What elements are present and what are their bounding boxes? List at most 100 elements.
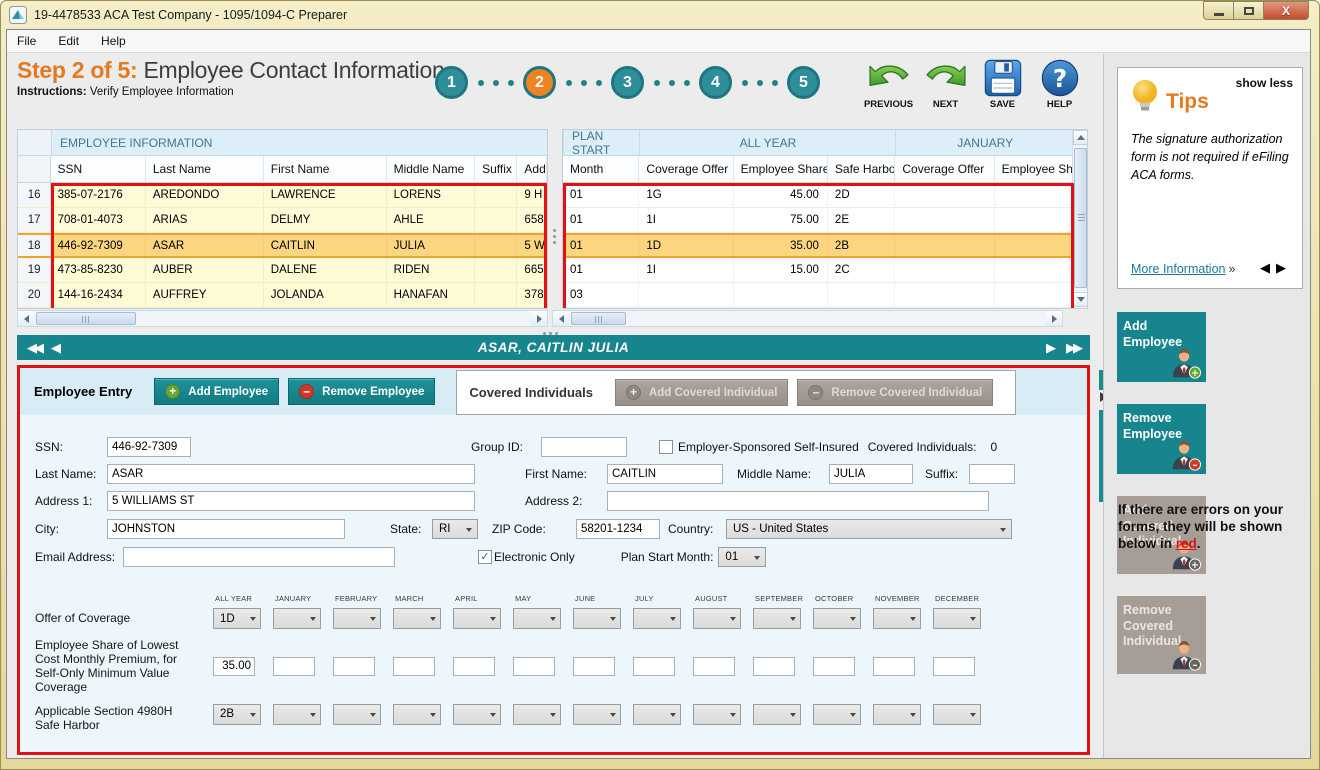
next-button[interactable]: NEXT (917, 58, 974, 110)
grid-splitter-handle[interactable] (553, 229, 556, 244)
step-circle-3[interactable]: 3 (611, 66, 644, 99)
offer-of-coverage-select-march[interactable] (393, 608, 441, 629)
maximize-button[interactable] (1233, 1, 1263, 20)
electronic-only-checkbox[interactable]: ✓ (478, 550, 492, 564)
plan-row-2[interactable]: 011I75.002E (563, 208, 1074, 233)
employee-share-input-february[interactable] (333, 657, 375, 676)
plan-row-1[interactable]: 011G45.002D (563, 183, 1074, 208)
plan-grid-vertical-scrollbar[interactable] (1072, 130, 1087, 308)
tips-next-icon[interactable]: ▶ (1276, 260, 1292, 275)
column-header-last-name[interactable]: Last Name (146, 156, 264, 182)
offer-of-coverage-select-december[interactable] (933, 608, 981, 629)
safe-harbor-select-november[interactable] (873, 704, 921, 725)
employee-share-input-october[interactable] (813, 657, 855, 676)
employee-share-input-july[interactable] (633, 657, 675, 676)
safe-harbor-select-april[interactable] (453, 704, 501, 725)
zip-input[interactable]: 58201-1234 (576, 519, 660, 539)
minimize-button[interactable] (1203, 1, 1233, 20)
safe-harbor-select-october[interactable] (813, 704, 861, 725)
previous-button[interactable]: PREVIOUS (860, 58, 917, 110)
employee-share-input-march[interactable] (393, 657, 435, 676)
plan-row-5[interactable]: 03 (563, 283, 1074, 308)
offer-of-coverage-select-october[interactable] (813, 608, 861, 629)
remove-covered-individual-button[interactable]: – Remove Covered Individual (797, 379, 993, 406)
middle-name-input[interactable]: JULIA (829, 464, 913, 484)
employee-row-19[interactable]: 19473-85-8230AUBERDALENERIDEN665 (18, 258, 547, 283)
suffix-input[interactable] (969, 464, 1015, 484)
employee-row-17[interactable]: 17708-01-4073ARIASDELMYAHLE658 (18, 208, 547, 233)
employee-share-input-december[interactable] (933, 657, 975, 676)
title-bar[interactable]: 19-4478533 ACA Test Company - 1095/1094-… (1, 1, 1319, 29)
employee-row-20[interactable]: 20144-16-2434AUFFREYJOLANDAHANAFAN378 (18, 283, 547, 308)
more-information-link[interactable]: More Information (1131, 262, 1225, 276)
offer-of-coverage-select-june[interactable] (573, 608, 621, 629)
employee-share-input-april[interactable] (453, 657, 495, 676)
offer-of-coverage-select-february[interactable] (333, 608, 381, 629)
employee-row-16[interactable]: 16385-07-2176AREDONDOLAWRENCELORENS9 H (18, 183, 547, 208)
safe-harbor-select-all-year[interactable]: 2B (213, 704, 261, 725)
country-select[interactable]: US - United States (726, 519, 1012, 539)
safe-harbor-select-january[interactable] (273, 704, 321, 725)
column-header-coverage-offer[interactable]: Coverage Offer (895, 156, 994, 182)
step-circle-1[interactable]: 1 (435, 66, 468, 99)
close-button[interactable]: X (1263, 1, 1309, 20)
state-select[interactable]: RI (432, 519, 478, 539)
employee-row-18[interactable]: 18446-92-7309ASARCAITLINJULIA5 W (18, 233, 547, 258)
offer-of-coverage-select-august[interactable] (693, 608, 741, 629)
scroll-thumb[interactable] (36, 312, 136, 325)
safe-harbor-select-may[interactable] (513, 704, 561, 725)
offer-of-coverage-select-january[interactable] (273, 608, 321, 629)
address1-input[interactable]: 5 WILLIAMS ST (107, 491, 475, 511)
scroll-right-button[interactable] (1046, 311, 1062, 326)
column-header-middle-name[interactable]: Middle Name (387, 156, 475, 182)
plan-grid-horizontal-scrollbar[interactable] (552, 310, 1063, 327)
employee-share-input-november[interactable] (873, 657, 915, 676)
ssn-input[interactable]: 446-92-7309 (107, 437, 191, 457)
previous-record-button[interactable]: ◀ (51, 340, 61, 356)
employer-sponsored-self-insured-checkbox[interactable] (659, 440, 673, 454)
employee-share-input-january[interactable] (273, 657, 315, 676)
safe-harbor-select-december[interactable] (933, 704, 981, 725)
group-id-input[interactable] (541, 437, 627, 457)
tab-covered-individuals[interactable]: Covered Individuals + Add Covered Indivi… (456, 370, 1016, 415)
column-header-safe-harbor[interactable]: Safe Harbor (828, 156, 895, 182)
column-header-employee-sha[interactable]: Employee Sha (995, 156, 1074, 182)
plan-row-3[interactable]: 011D35.002B (563, 233, 1074, 258)
offer-of-coverage-select-july[interactable] (633, 608, 681, 629)
next-record-button[interactable]: ▶ (1046, 340, 1056, 356)
remove-employee-button[interactable]: Remove Employee– (1117, 404, 1206, 474)
scroll-down-button[interactable] (1073, 292, 1088, 307)
employee-share-input-all-year[interactable]: 35.00 (213, 657, 255, 676)
scroll-thumb[interactable] (571, 312, 626, 325)
show-less-link[interactable]: show less (1236, 76, 1293, 90)
tips-previous-icon[interactable]: ◀ (1260, 260, 1276, 275)
menu-help[interactable]: Help (101, 34, 126, 48)
save-button[interactable]: SAVE (974, 58, 1031, 110)
address2-input[interactable] (607, 491, 989, 511)
employee-grid-horizontal-scrollbar[interactable] (17, 310, 548, 327)
first-name-input[interactable]: CAITLIN (607, 464, 723, 484)
offer-of-coverage-select-all-year[interactable]: 1D (213, 608, 261, 629)
column-header-first-name[interactable]: First Name (264, 156, 387, 182)
offer-of-coverage-select-may[interactable] (513, 608, 561, 629)
last-record-button[interactable]: ▶▶ (1066, 340, 1080, 356)
menu-file[interactable]: File (17, 34, 36, 48)
step-circle-2[interactable]: 2 (523, 66, 556, 99)
safe-harbor-select-march[interactable] (393, 704, 441, 725)
first-record-button[interactable]: ◀◀ (27, 340, 41, 356)
scroll-right-button[interactable] (531, 311, 547, 326)
offer-of-coverage-select-september[interactable] (753, 608, 801, 629)
offer-of-coverage-select-november[interactable] (873, 608, 921, 629)
city-input[interactable]: JOHNSTON (107, 519, 345, 539)
safe-harbor-select-february[interactable] (333, 704, 381, 725)
column-header-ssn[interactable]: SSN (51, 156, 146, 182)
step-circle-4[interactable]: 4 (699, 66, 732, 99)
add-covered-individual-button[interactable]: + Add Covered Individual (615, 379, 788, 406)
add-employee-button[interactable]: Add Employee+ (1117, 312, 1206, 382)
scroll-left-button[interactable] (18, 311, 34, 326)
offer-of-coverage-select-april[interactable] (453, 608, 501, 629)
employee-share-input-september[interactable] (753, 657, 795, 676)
column-header-add[interactable]: Add (517, 156, 547, 182)
last-name-input[interactable]: ASAR (107, 464, 475, 484)
remove-covered-individual-button[interactable]: Remove Covered Individual– (1117, 596, 1206, 674)
